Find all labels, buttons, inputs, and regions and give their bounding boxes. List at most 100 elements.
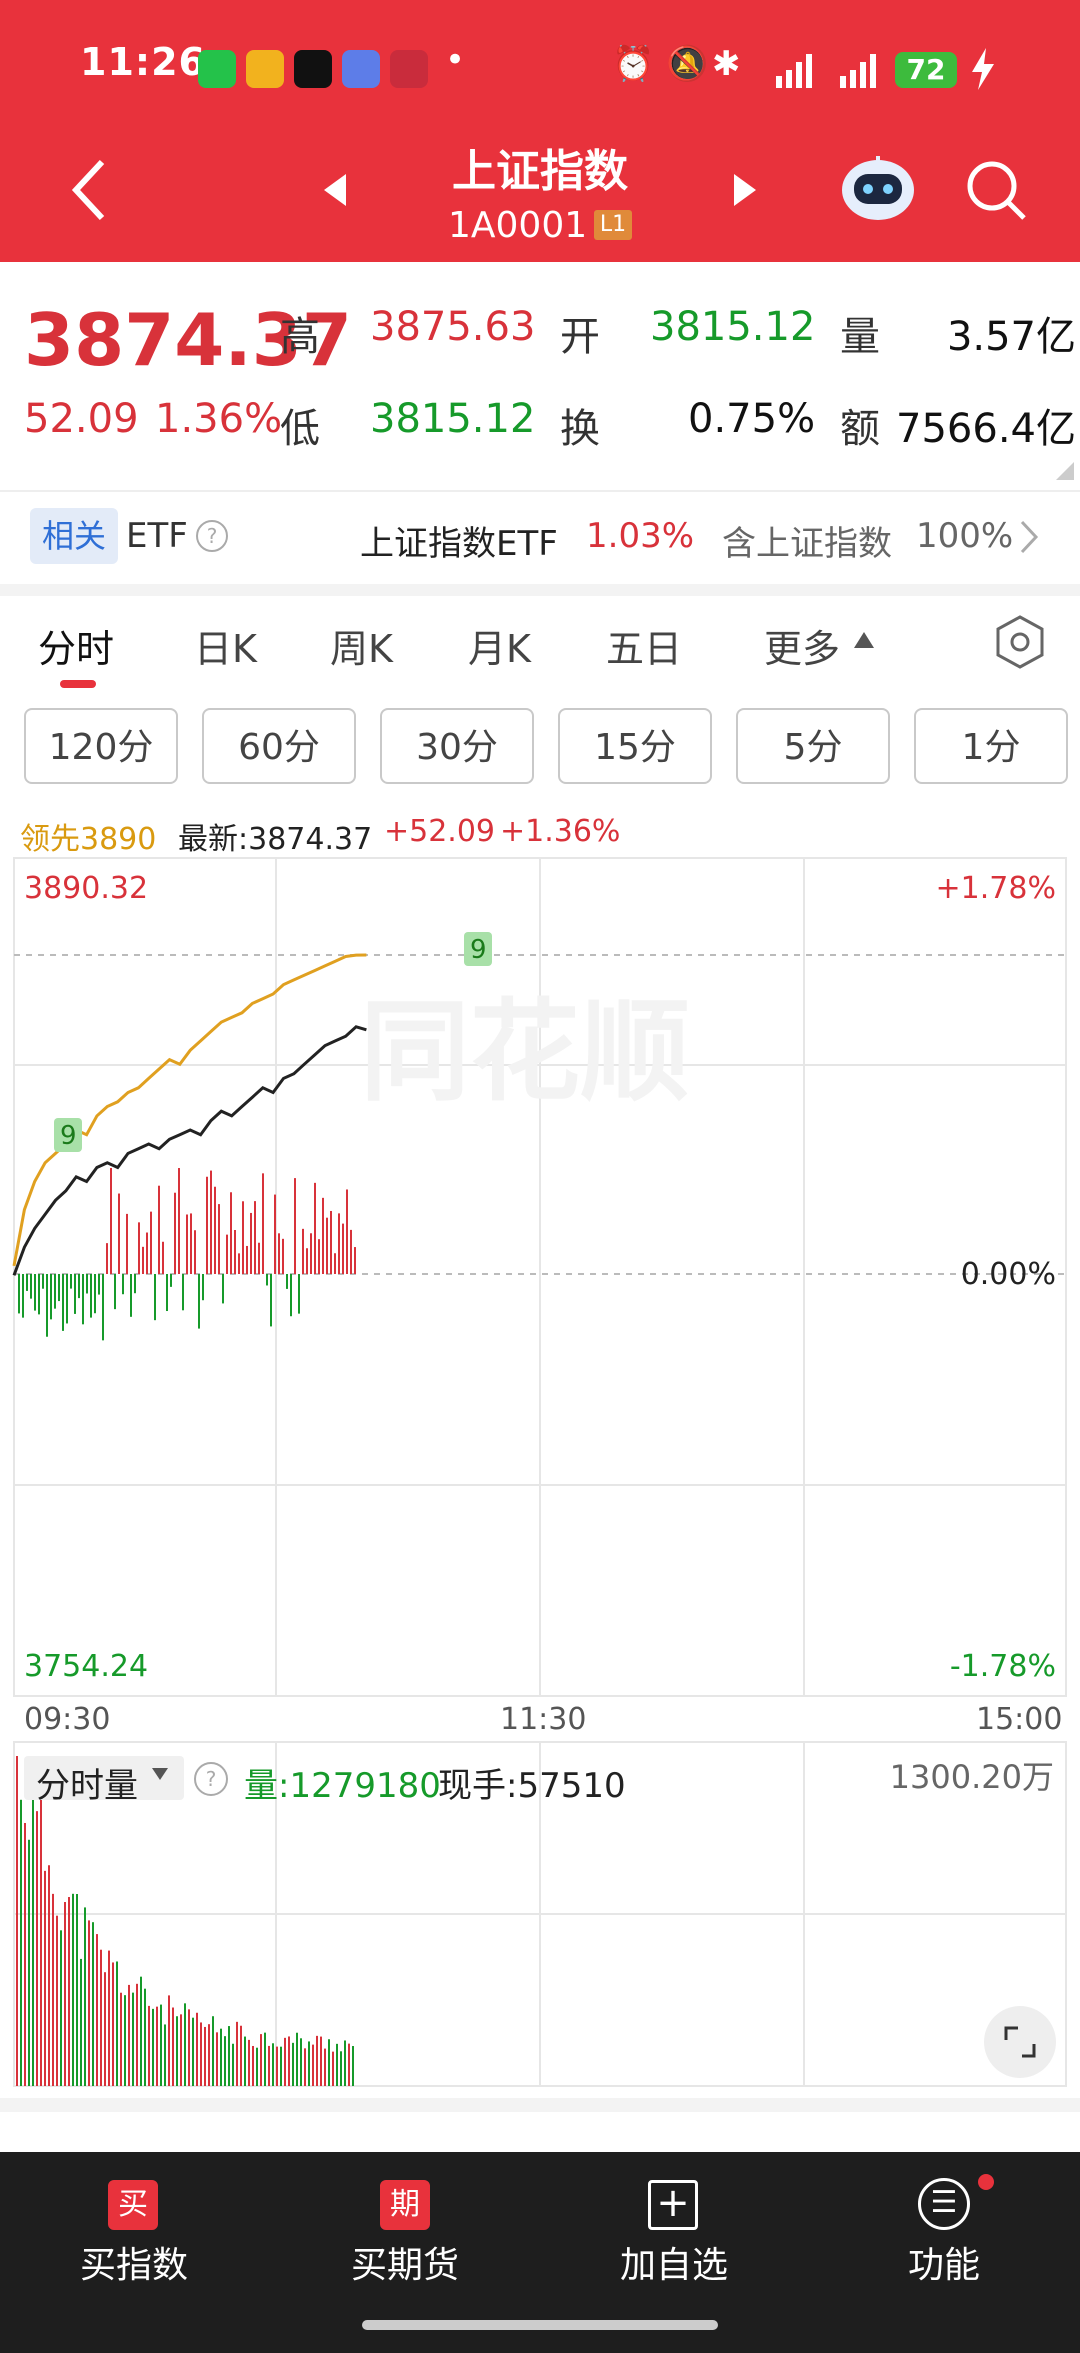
battery-indicator: 72 (895, 52, 957, 88)
bias-bar (222, 1274, 224, 1304)
bottom-divider (0, 2098, 1080, 2112)
function-label[interactable]: 功能 (844, 2236, 1044, 2288)
bias-bar (238, 1253, 240, 1274)
tab-monthly-k[interactable]: 月K (468, 618, 531, 673)
volume-bar (156, 2006, 158, 2086)
bias-bar (310, 1233, 312, 1274)
weibo-icon (246, 50, 284, 88)
volume-bar (108, 1950, 110, 2086)
period-30-button[interactable]: 30分 (380, 708, 534, 784)
bias-bar (54, 1274, 56, 1309)
bias-bar (274, 1194, 276, 1274)
buy-index-icon[interactable]: 买 (108, 2180, 158, 2230)
etf-name[interactable]: 上证指数ETF (360, 516, 558, 565)
period-60-button[interactable]: 60分 (202, 708, 356, 784)
volume-bar (132, 1992, 134, 2086)
bluetooth-icon: ✱ (712, 44, 741, 84)
volume-bar (256, 2047, 258, 2086)
bias-bar (206, 1176, 208, 1274)
latest-change-pct: +1.36% (500, 814, 621, 849)
period-15-button[interactable]: 15分 (558, 708, 712, 784)
volume-bar (336, 2043, 338, 2086)
bias-bar (250, 1212, 252, 1274)
bias-bar (146, 1232, 148, 1274)
period-1-button[interactable]: 1分 (914, 708, 1068, 784)
next-stock-icon[interactable] (730, 172, 758, 212)
menu-icon[interactable]: ☰ (918, 2178, 970, 2230)
bias-bar (86, 1274, 88, 1294)
settings-hexagon-icon[interactable] (994, 614, 1046, 674)
volume-bar (308, 2041, 310, 2086)
volume-bar (240, 2025, 242, 2086)
bias-bar (262, 1173, 264, 1274)
bias-bar (350, 1229, 352, 1274)
pct-mid-label: 0.00% (961, 1257, 1056, 1292)
volume-bar (148, 2005, 150, 2086)
volume-bar (228, 2026, 230, 2086)
volume-bar (116, 1961, 118, 2086)
volume-bar (300, 2038, 302, 2086)
price-change-pct: 1.36% (155, 396, 283, 442)
add-watchlist-label[interactable]: 加自选 (574, 2236, 774, 2288)
period-5-button[interactable]: 5分 (736, 708, 890, 784)
volume-bar (316, 2035, 318, 2086)
search-app-icon (342, 50, 380, 88)
volume-bar (348, 2043, 350, 2086)
volume-bar (104, 1972, 106, 2086)
bias-bar (50, 1274, 52, 1320)
bias-bar (98, 1274, 100, 1295)
bias-bar (282, 1238, 284, 1274)
chevron-right-icon[interactable] (1018, 520, 1040, 558)
bias-bar (198, 1274, 200, 1329)
tab-weekly-k[interactable]: 周K (330, 618, 393, 673)
bias-bar (66, 1274, 68, 1324)
period-120-button[interactable]: 120分 (24, 708, 178, 784)
robot-assistant-icon[interactable] (838, 150, 918, 226)
volume-type-label: 分时量 (36, 1766, 138, 1806)
tab-more[interactable]: 更多 (764, 618, 840, 673)
volume-type-dropdown[interactable]: 分时量 (24, 1756, 184, 1806)
volume-bar (112, 1962, 114, 2086)
bias-bar (290, 1274, 292, 1317)
bias-bar (58, 1274, 60, 1302)
volume-bar (32, 1774, 34, 2086)
buy-futures-label[interactable]: 买期货 (305, 2236, 505, 2288)
volume-help-icon[interactable]: ? (194, 1762, 228, 1796)
home-indicator[interactable] (362, 2320, 718, 2330)
x-label-end: 15:00 (976, 1702, 1063, 1737)
volume-bar (216, 2032, 218, 2086)
bias-bar (186, 1214, 188, 1274)
bias-bar (286, 1274, 288, 1289)
volume-bar (324, 2048, 326, 2086)
volume-bar (168, 1995, 170, 2086)
bias-bar (130, 1274, 132, 1317)
signal-label-2: 9 (470, 935, 487, 965)
help-icon[interactable]: ? (196, 520, 228, 552)
price-chart[interactable]: 同花顺 9 9 3890.32 +1.78% 0.00% 3754.24 -1.… (0, 850, 1080, 1700)
signal-label-1: 9 (60, 1121, 77, 1151)
bias-bar (170, 1274, 172, 1287)
bias-bar (122, 1274, 124, 1295)
search-icon[interactable] (964, 158, 1028, 226)
signal-5g-icon (756, 50, 886, 94)
buy-futures-icon[interactable]: 期 (380, 2180, 430, 2230)
bias-bar (38, 1274, 40, 1315)
add-watchlist-icon[interactable]: + (648, 2180, 698, 2230)
bias-bar (298, 1274, 300, 1314)
tab-daily-k[interactable]: 日K (194, 618, 257, 673)
bias-bar (94, 1274, 96, 1314)
fullscreen-button[interactable] (984, 2006, 1056, 2078)
volume-bar (292, 2042, 294, 2086)
tab-timeshare[interactable]: 分时 (38, 618, 114, 673)
bias-bar (138, 1222, 140, 1274)
bias-bar (306, 1248, 308, 1274)
low-label: 低 (280, 406, 320, 452)
volume-bar (52, 1893, 54, 2086)
tab-underline (60, 680, 96, 688)
tab-five-day[interactable]: 五日 (606, 618, 682, 673)
header-bar: 11:26 • ⏰ 🔕 ✱ 72 上证指数 1A0001 L1 (0, 0, 1080, 262)
buy-index-label[interactable]: 买指数 (34, 2236, 234, 2288)
volume-bar (312, 2044, 314, 2086)
volume-bar (100, 1949, 102, 2086)
alarm-icon: ⏰ (612, 44, 655, 84)
